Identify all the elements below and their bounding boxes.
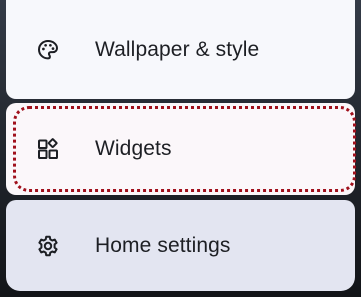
wallpaper-and-style-label: Wallpaper & style bbox=[95, 37, 260, 61]
widgets-label: Widgets bbox=[95, 137, 172, 160]
home-settings-label: Home settings bbox=[95, 233, 231, 257]
home-long-press-menu: Wallpaper & style Widgets Home settings bbox=[0, 0, 361, 297]
home-settings-item[interactable]: Home settings bbox=[6, 200, 355, 291]
wallpaper-and-style-item[interactable]: Wallpaper & style bbox=[6, 0, 355, 99]
widgets-icon bbox=[36, 137, 60, 161]
widgets-item[interactable]: Widgets bbox=[6, 103, 355, 195]
palette-icon bbox=[36, 38, 60, 62]
gear-icon bbox=[36, 234, 60, 258]
